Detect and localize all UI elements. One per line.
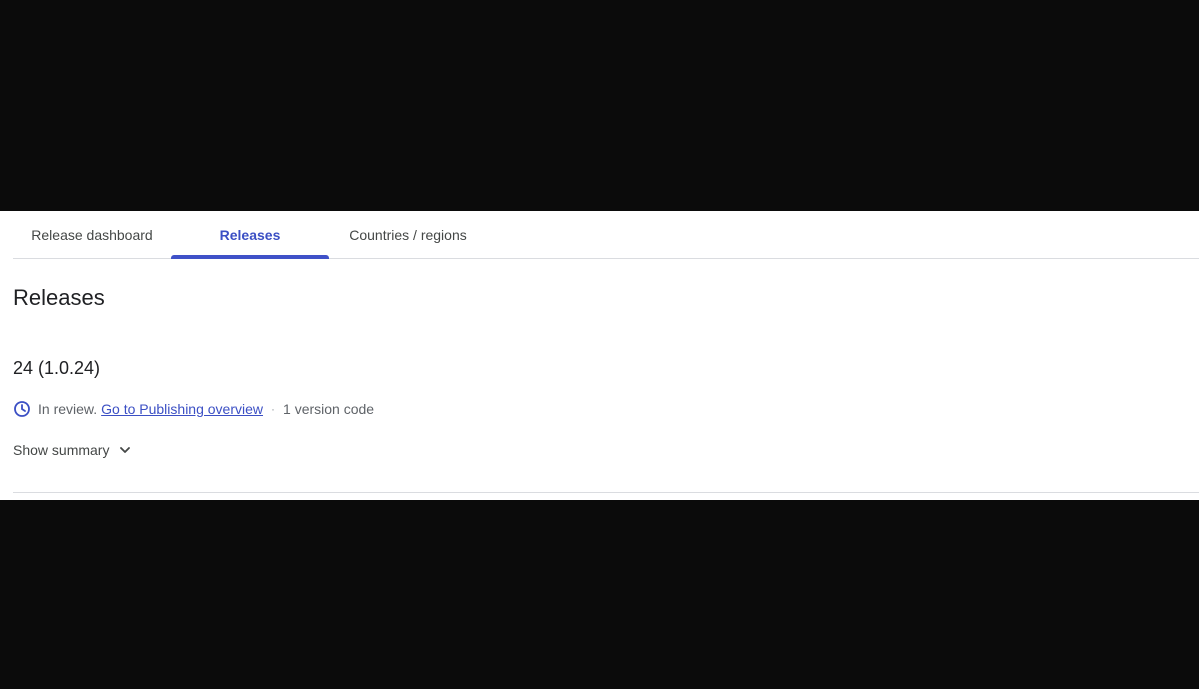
chevron-down-icon bbox=[118, 443, 132, 457]
releases-panel: Release dashboard Releases Countries / r… bbox=[0, 211, 1199, 500]
version-code-count: 1 version code bbox=[283, 401, 375, 417]
letterbox-top bbox=[0, 0, 1199, 211]
clock-icon bbox=[13, 400, 31, 418]
publishing-overview-link[interactable]: Go to Publishing overview bbox=[101, 401, 263, 417]
section-divider bbox=[13, 492, 1199, 493]
release-name: 24 (1.0.24) bbox=[13, 358, 101, 378]
tab-release-dashboard[interactable]: Release dashboard bbox=[13, 211, 171, 258]
tab-releases[interactable]: Releases bbox=[171, 211, 329, 259]
release-status-text: In review. bbox=[38, 401, 98, 417]
tab-bar: Release dashboard Releases Countries / r… bbox=[13, 211, 1199, 259]
show-summary-label: Show summary bbox=[13, 442, 110, 458]
separator-dot: · bbox=[271, 402, 276, 416]
page-title: Releases bbox=[13, 285, 105, 310]
tab-countries-regions[interactable]: Countries / regions bbox=[329, 211, 487, 258]
letterbox-bottom bbox=[0, 500, 1199, 689]
show-summary-button[interactable]: Show summary bbox=[13, 442, 132, 458]
release-status-row: In review. Go to Publishing overview · 1… bbox=[13, 400, 374, 418]
